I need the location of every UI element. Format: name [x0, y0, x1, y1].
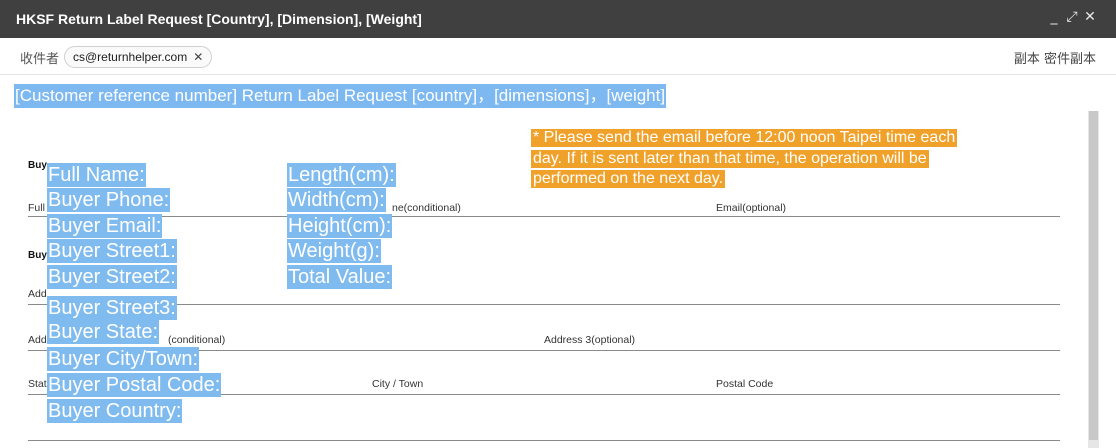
city-label: City / Town: [372, 378, 424, 390]
email-body[interactable]: Buy Full ne(conditional) Email(optional)…: [0, 112, 1080, 448]
postal-code-label: Postal Code: [716, 378, 774, 390]
address2-label: Add: [28, 334, 47, 346]
window-titlebar: HKSF Return Label Request [Country], [Di…: [0, 0, 1116, 38]
buyer-address-heading: Buy: [28, 250, 47, 261]
recipient-address: cs@returnhelper.com: [73, 50, 188, 64]
email-label: Email(optional): [716, 202, 787, 214]
full-name-field: Full Name:: [47, 163, 146, 187]
notice-line-2: day. If it is sent later than that time,…: [531, 150, 929, 168]
window-controls: _ ⤢✕: [1048, 9, 1102, 25]
divider: [28, 216, 1060, 217]
weight-field: Weight(g):: [287, 239, 381, 263]
to-label: 收件者: [20, 52, 60, 67]
minimize-icon[interactable]: _: [1048, 9, 1066, 25]
buyer-street1-field: Buyer Street1:: [47, 239, 177, 263]
window-title: HKSF Return Label Request [Country], [Di…: [16, 11, 422, 27]
recipients-row: 收件者 cs@returnhelper.com ✕ 副本 密件副本: [0, 38, 1116, 75]
buyer-phone-field: Buyer Phone:: [47, 188, 171, 212]
divider: [28, 440, 1060, 441]
buyer-street3-field: Buyer Street3:: [47, 296, 177, 320]
close-icon[interactable]: ✕: [1084, 9, 1102, 25]
address2-conditional-label: (conditional): [168, 334, 226, 346]
full-name-label: Full: [28, 202, 45, 214]
buyer-country-field: Buyer Country:: [47, 399, 183, 423]
vertical-scrollbar[interactable]: [1088, 111, 1099, 448]
buyer-postal-code-field: Buyer Postal Code:: [47, 373, 222, 397]
notice-line-1: * Please send the email before 12:00 noo…: [531, 129, 958, 147]
length-field: Length(cm):: [287, 163, 396, 187]
buyer-state-field: Buyer State:: [47, 320, 160, 344]
recipient-chip[interactable]: cs@returnhelper.com ✕: [64, 46, 213, 68]
divider: [28, 304, 1060, 305]
state-label: Stat: [28, 378, 47, 390]
notice-line-3: performed on the next day.: [531, 170, 726, 188]
height-field: Height(cm):: [287, 214, 393, 238]
total-value-field: Total Value:: [287, 265, 393, 289]
subject-field[interactable]: [Customer reference number] Return Label…: [14, 84, 667, 108]
scrollbar-thumb[interactable]: [1089, 111, 1098, 440]
phone-label: ne(conditional): [392, 202, 461, 214]
buyer-email-field: Buyer Email:: [47, 214, 163, 238]
remove-recipient-icon[interactable]: ✕: [193, 50, 203, 64]
width-field: Width(cm):: [287, 188, 386, 212]
buyer-section-heading: Buy: [28, 160, 47, 171]
address3-label: Address 3(optional): [544, 334, 636, 346]
expand-icon[interactable]: ⤢: [1066, 9, 1084, 25]
cc-bcc-links[interactable]: 副本 密件副本: [1014, 48, 1096, 67]
address1-label: Add: [28, 288, 47, 300]
buyer-street2-field: Buyer Street2:: [47, 265, 177, 289]
buyer-city-field: Buyer City/Town:: [47, 347, 200, 371]
